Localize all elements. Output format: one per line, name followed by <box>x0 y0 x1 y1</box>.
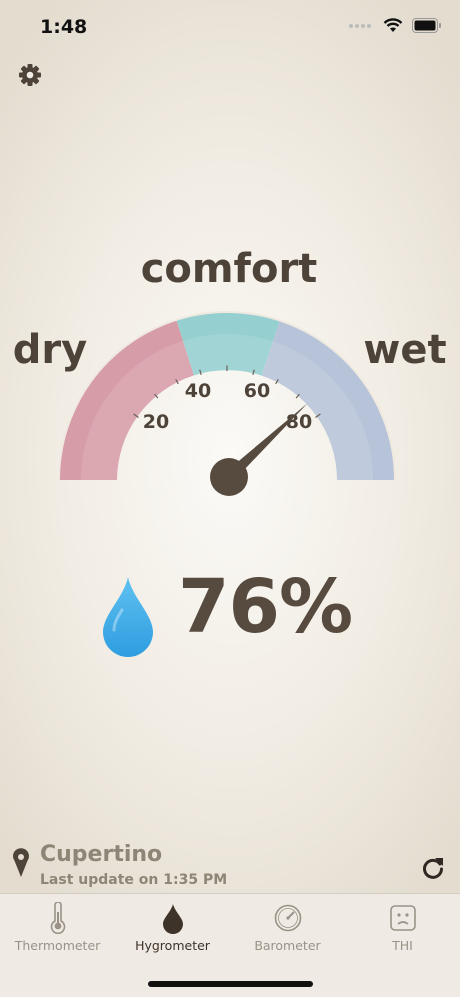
tab-label-hygrometer: Hygrometer <box>135 938 210 953</box>
gauge-label-dry: dry <box>13 327 87 373</box>
barometer-icon <box>274 904 301 932</box>
last-update-text: Last update on 1:35 PM <box>40 872 228 888</box>
gauge-label-wet: wet <box>363 327 446 373</box>
gauge-needle <box>210 403 308 496</box>
status-time: 1:48 <box>40 16 88 38</box>
battery-icon <box>412 18 441 33</box>
humidity-gauge: comfort dry wet 20 40 60 80 <box>13 246 447 496</box>
refresh-icon <box>423 858 443 879</box>
settings-button[interactable] <box>14 58 46 90</box>
gear-icon <box>19 64 41 86</box>
tab-barometer[interactable]: Barometer <box>230 894 345 964</box>
gauge-tick-80: 80 <box>286 411 312 433</box>
face-icon <box>389 905 416 931</box>
tab-label-thi: THI <box>392 938 413 953</box>
location-pin-icon <box>12 848 30 877</box>
tab-label-barometer: Barometer <box>254 938 321 953</box>
drop-icon <box>162 904 183 934</box>
tab-hygrometer[interactable]: Hygrometer <box>115 894 230 964</box>
gauge-tick-20: 20 <box>143 411 169 433</box>
tab-thi[interactable]: THI <box>345 894 460 964</box>
gauge-tick-60: 60 <box>244 380 270 402</box>
thermometer-icon <box>50 902 65 934</box>
tab-thermometer[interactable]: Thermometer <box>0 894 115 964</box>
city-name: Cupertino <box>40 842 163 867</box>
home-indicator <box>148 981 313 987</box>
status-icons <box>348 18 442 33</box>
status-bar: 1:48 <box>0 0 460 56</box>
gauge-title-comfort: comfort <box>141 246 318 292</box>
tab-label-thermometer: Thermometer <box>14 938 101 953</box>
gauge-tick-40: 40 <box>185 380 211 402</box>
refresh-button[interactable] <box>418 853 448 883</box>
water-drop-icon <box>103 577 153 657</box>
humidity-reading: 76% <box>178 564 353 650</box>
signal-icon <box>349 23 371 28</box>
wifi-icon <box>383 18 403 32</box>
